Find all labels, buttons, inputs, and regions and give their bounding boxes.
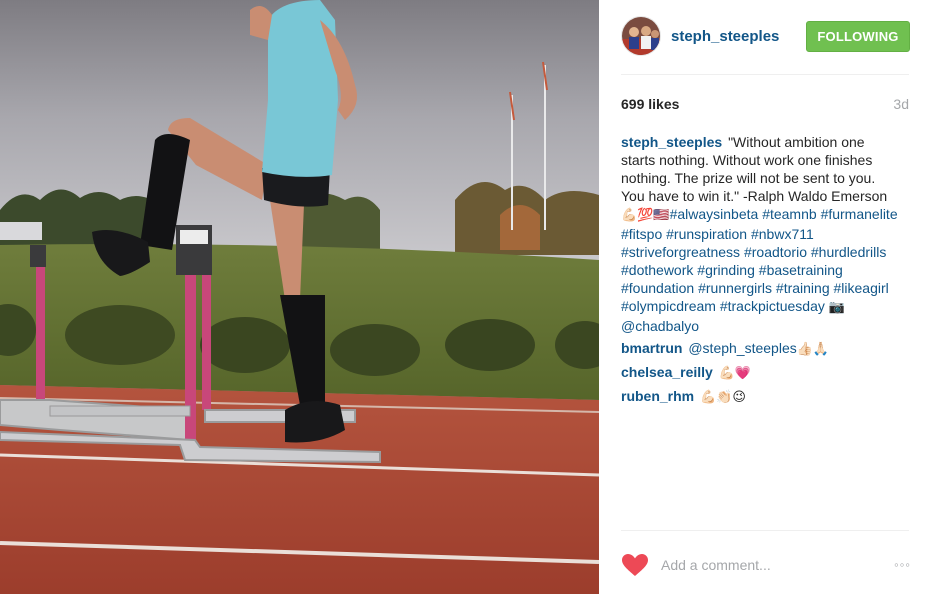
hashtag[interactable]: #likeagirl [834,280,889,296]
hashtag[interactable]: #olympicdream [621,298,716,314]
post-footer: ◦◦◦ [621,547,911,583]
header-divider [621,74,909,75]
post-header: steph_steeples FOLLOWING [621,16,911,56]
hashtag[interactable]: #furmanelite [821,206,898,222]
comment-username[interactable]: ruben_rhm [621,388,694,404]
caption: steph_steeples "Without ambition one sta… [621,133,899,335]
hashtag[interactable]: #alwaysinbeta [670,206,759,222]
hashtag[interactable]: #foundation [621,280,694,296]
likes-count[interactable]: 699 likes [621,96,679,112]
hashtag[interactable]: #nbwx711 [751,226,814,242]
comment-item: ruben_rhm 💪🏻👏🏻😉 [621,387,899,407]
comment-text: 👍🏻🙏🏻 [796,342,830,357]
hashtag[interactable]: #striveforgreatness [621,244,740,260]
post-photo[interactable] [0,0,599,594]
hashtag[interactable]: #grinding [697,262,755,278]
post-timestamp[interactable]: 3d [893,96,909,112]
post-sidebar: steph_steeples FOLLOWING 699 likes 3d st… [599,0,929,594]
caption-username[interactable]: steph_steeples [621,134,722,150]
caption-emojis: 💪🏻💯🇺🇸 [621,208,670,223]
hashtag[interactable]: #roadtorio [744,244,807,260]
footer-divider [621,530,909,531]
hashtag[interactable]: #fitspo [621,226,662,242]
heart-icon[interactable] [621,553,649,577]
comment-input[interactable] [661,554,871,576]
hashtag[interactable]: #trackpictuesday [720,298,825,314]
track-hurdle-photo [0,0,599,594]
comment-text: 💪🏻👏🏻😉 [700,390,746,405]
following-button[interactable]: FOLLOWING [806,21,910,52]
hashtag[interactable]: #hurdledrills [811,244,886,260]
hashtag[interactable]: #teamnb [762,206,816,222]
comment-list: steph_steeples "Without ambition one sta… [621,133,899,411]
comment-mention[interactable]: @steph_steeples [688,340,796,356]
hashtag[interactable]: #training [776,280,830,296]
comment-username[interactable]: bmartrun [621,340,682,356]
hashtag[interactable]: #runspiration [666,226,747,242]
profile-avatar[interactable] [621,16,661,56]
caption-mention[interactable]: @chadbalyo [621,318,699,334]
camera-icon: 📷 [828,300,845,315]
comment-item: bmartrun @steph_steeples👍🏻🙏🏻 [621,339,899,359]
comment-item: chelsea_reilly 💪🏻💗 [621,363,899,383]
post-meta: 699 likes 3d [621,96,909,114]
hashtag[interactable]: #runnergirls [698,280,772,296]
more-options-icon[interactable]: ◦◦◦ [894,557,911,572]
hashtag[interactable]: #dothework [621,262,693,278]
post-author-username[interactable]: steph_steeples [671,28,779,45]
hashtag[interactable]: #basetraining [759,262,843,278]
comment-username[interactable]: chelsea_reilly [621,364,713,380]
comment-text: 💪🏻💗 [718,366,752,381]
